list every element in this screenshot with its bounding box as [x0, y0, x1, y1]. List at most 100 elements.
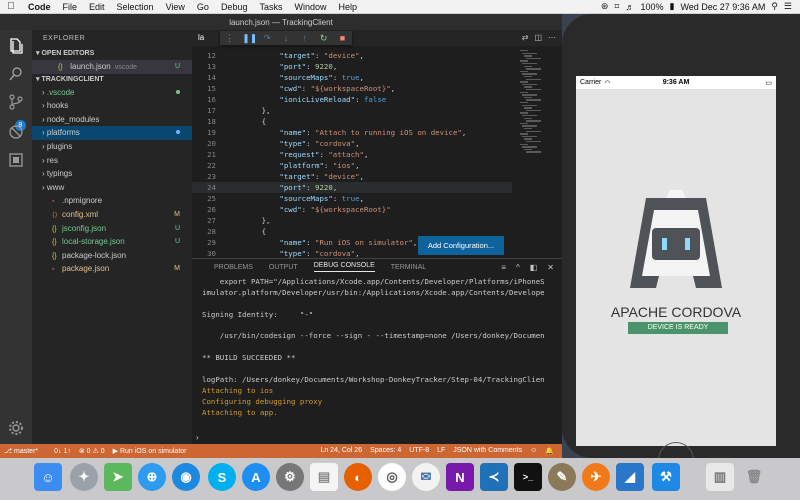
tree-item-jsconfig-json[interactable]: {} jsconfig.json U [32, 222, 192, 236]
tree-item-plugins[interactable]: › plugins [32, 140, 192, 154]
explorer-icon[interactable] [6, 36, 26, 56]
indentation[interactable]: Spaces: 4 [370, 447, 401, 455]
step-over-icon[interactable]: ↷ [261, 33, 273, 44]
menu-window[interactable]: Window [288, 2, 332, 12]
menu-help[interactable]: Help [333, 2, 364, 12]
clear-console-icon[interactable]: ≡ [501, 263, 506, 272]
downloads-stack-icon[interactable]: ▥ [706, 463, 734, 491]
terminal-icon[interactable]: >_ [514, 463, 542, 491]
tab-debug-console[interactable]: DEBUG CONSOLE [313, 262, 375, 272]
minimap-line [526, 89, 541, 91]
textedit-icon[interactable]: ▤ [310, 463, 338, 491]
open-editors-header[interactable]: ▾ OPEN EDITORS [32, 48, 192, 60]
extensions-icon[interactable] [6, 150, 26, 170]
close-panel-icon[interactable]: ✕ [547, 263, 554, 272]
tree-item-res[interactable]: › res [32, 154, 192, 168]
open-changes-icon[interactable]: ⇄ [522, 33, 529, 42]
encoding[interactable]: UTF-8 [409, 447, 429, 455]
tree-item-config-xml[interactable]: ⟨⟩ config.xml M [32, 208, 192, 222]
console-input-prompt[interactable]: › [196, 433, 199, 442]
xcode-icon[interactable]: ⚒ [652, 463, 680, 491]
tree-item-label: .npmignore [62, 196, 103, 206]
maps-icon[interactable]: ➤ [104, 463, 132, 491]
search-icon[interactable] [6, 64, 26, 84]
tree-item-package-lock-json[interactable]: {} package-lock.json [32, 249, 192, 263]
tree-item-typings[interactable]: › typings [32, 167, 192, 181]
apple-menu-icon[interactable]:  [0, 1, 22, 12]
safari-icon[interactable]: ⊕ [138, 463, 166, 491]
tree-item-label: plugins [46, 141, 73, 151]
vscode-icon[interactable]: ≺ [480, 463, 508, 491]
tree-item-www[interactable]: › www [32, 181, 192, 195]
tree-item-node-modules[interactable]: › node_modules [32, 113, 192, 127]
finder-icon[interactable]: ☺ [34, 463, 62, 491]
line-ending[interactable]: LF [437, 447, 445, 455]
editor-tab-launch-json[interactable]: la [198, 33, 204, 42]
maximize-panel-icon[interactable]: ^ [516, 263, 520, 272]
sync-status[interactable]: 0↓ 1↑ [54, 448, 71, 455]
restart-icon[interactable]: ↻ [318, 33, 330, 44]
system-preferences-icon[interactable]: ⚙ [276, 463, 304, 491]
simulator-screen[interactable]: Carrier ◠ 9:36 AM ▭ APACHE CORDOVA DEVIC… [576, 76, 776, 446]
tree-item-hooks[interactable]: › hooks [32, 99, 192, 113]
step-into-icon[interactable]: ↓ [280, 33, 292, 43]
menu-tasks[interactable]: Tasks [253, 2, 288, 12]
source-control-icon[interactable] [6, 92, 26, 112]
wireshark-icon[interactable]: ◢ [616, 463, 644, 491]
settings-gear-icon[interactable] [6, 418, 26, 438]
postman-icon[interactable]: ✈ [582, 463, 610, 491]
tab-output[interactable]: OUTPUT [269, 264, 298, 271]
gimp-icon[interactable]: ✎ [548, 463, 576, 491]
tree-item-package-json[interactable]: ▪ package.json M [32, 262, 192, 276]
step-out-icon[interactable]: ↑ [299, 33, 311, 43]
onenote-icon[interactable]: N [446, 463, 474, 491]
cursor-position[interactable]: Ln 24, Col 26 [320, 447, 362, 455]
toggle-layout-icon[interactable]: ◧ [530, 263, 538, 272]
tab-problems[interactable]: PROBLEMS [214, 264, 253, 271]
chrome-icon[interactable]: ◎ [378, 463, 406, 491]
drag-handle-icon[interactable]: ⋮ [223, 33, 235, 44]
feedback-icon[interactable]: ☺ [530, 447, 537, 455]
menu-view[interactable]: View [160, 2, 191, 12]
tree-item-vscode[interactable]: › .vscode [32, 86, 192, 100]
clock[interactable]: Wed Dec 27 9:36 AM [680, 2, 765, 12]
menu-debug[interactable]: Debug [215, 2, 254, 12]
skype-icon[interactable]: S [208, 463, 236, 491]
app-store-icon[interactable]: A [242, 463, 270, 491]
debug-icon[interactable] [6, 122, 26, 142]
split-editor-icon[interactable]: ◫ [534, 33, 542, 42]
volume-icon[interactable]: ♬ [625, 2, 634, 12]
git-branch[interactable]: ⎇ master* [4, 447, 46, 455]
notification-center-icon[interactable]: ☰ [784, 1, 792, 12]
menu-file[interactable]: File [57, 2, 84, 12]
add-configuration-button[interactable]: Add Configuration... [418, 236, 504, 255]
minimap[interactable] [516, 50, 548, 160]
menu-app[interactable]: Code [22, 2, 57, 12]
battery-percent[interactable]: 100% [640, 2, 663, 12]
pause-icon[interactable]: ❚❚ [242, 33, 257, 44]
trash-icon[interactable]: 🗑 [740, 463, 768, 491]
menu-go[interactable]: Go [191, 2, 215, 12]
thunderbird-icon[interactable]: ✉ [412, 463, 440, 491]
tree-item-npmignore[interactable]: ▪ .npmignore [32, 194, 192, 208]
launchpad-icon[interactable]: ✦ [70, 463, 98, 491]
messages-icon[interactable]: ◉ [172, 463, 200, 491]
notifications-icon[interactable]: 🔔 [545, 447, 554, 455]
problems-count[interactable]: ⊗ 0 ⚠ 0 [79, 447, 105, 455]
battery-icon[interactable]: ▮ [669, 1, 674, 12]
open-editor-launch-json[interactable]: {} launch.json .vscode U [32, 60, 192, 74]
bluetooth-icon[interactable]: ⊛ [601, 1, 609, 12]
launch-config[interactable]: ▶ Run iOS on simulator [113, 447, 195, 455]
spotlight-icon[interactable]: ⚲ [771, 1, 778, 12]
project-header[interactable]: ▾ TRACKINGCLIENT [32, 74, 192, 86]
menu-edit[interactable]: Edit [83, 2, 111, 12]
tree-item-local-storage-json[interactable]: {} local-storage.json U [32, 235, 192, 249]
language-mode[interactable]: JSON with Comments [453, 447, 522, 455]
stop-icon[interactable]: ■ [336, 33, 348, 43]
more-actions-icon[interactable]: ⋯ [548, 33, 556, 42]
tree-item-platforms[interactable]: › platforms [32, 126, 192, 140]
menu-selection[interactable]: Selection [111, 2, 160, 12]
wifi-icon[interactable]: ⌗ [614, 1, 619, 12]
firefox-icon[interactable]: ◐ [344, 463, 372, 491]
tab-terminal[interactable]: TERMINAL [391, 264, 426, 271]
